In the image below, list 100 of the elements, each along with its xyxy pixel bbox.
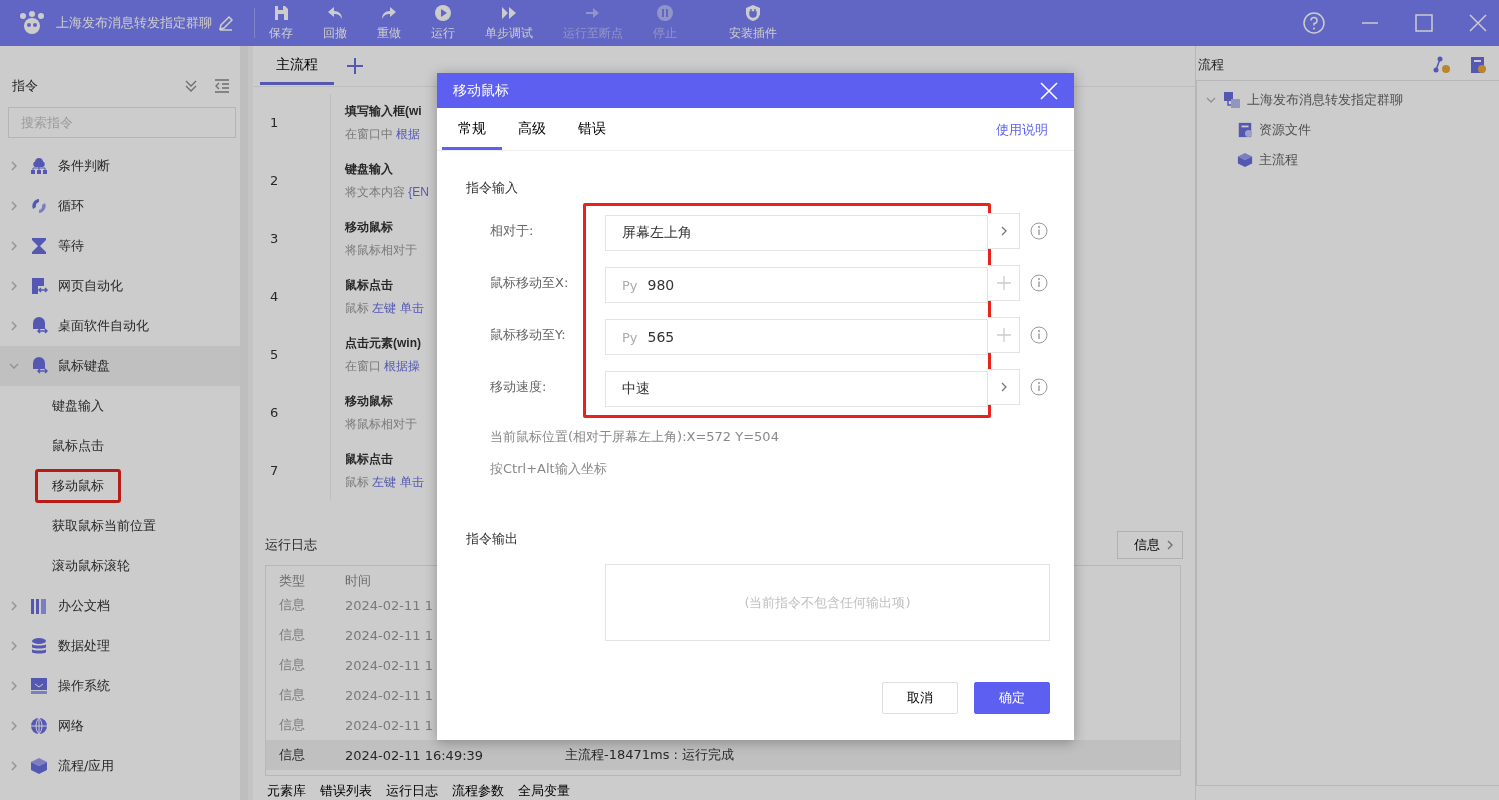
plus-icon [996, 276, 1011, 290]
tree-node[interactable]: 资源文件 [1197, 115, 1499, 145]
expand-button[interactable] [988, 213, 1020, 249]
line-number: 4 [270, 289, 279, 305]
tab[interactable]: 全局变量 [518, 782, 570, 800]
sidebar-category[interactable]: 条件判断 [0, 146, 240, 186]
maximize-icon[interactable] [1415, 14, 1433, 32]
step-title[interactable]: 鼠标点击 [345, 450, 424, 468]
web-page-icon [30, 277, 48, 295]
step-title[interactable]: 移动鼠标 [345, 218, 417, 236]
step-title[interactable]: 点击元素(win) [345, 334, 421, 352]
app-icon [30, 317, 48, 335]
loop-icon [30, 197, 48, 215]
number-field[interactable]: Py 980 [605, 267, 988, 303]
sidebar-item[interactable]: 获取鼠标当前位置 [35, 509, 173, 543]
category-label: 桌面软件自动化 [58, 317, 149, 335]
step-description: 鼠标 左键 单击 [345, 299, 424, 317]
tab[interactable]: 主流程 [260, 46, 334, 86]
step-description: 鼠标 左键 单击 [345, 473, 424, 491]
tree-label: 资源文件 [1259, 121, 1311, 139]
category-label: 等待 [58, 237, 84, 255]
tab[interactable]: 错误 [562, 120, 622, 150]
tree-label: 主流程 [1259, 151, 1298, 169]
play-icon [434, 4, 452, 22]
pencil-icon[interactable] [218, 15, 234, 31]
app-icon [30, 357, 48, 375]
table-cell-text: 信息 [279, 626, 306, 645]
tab[interactable]: 高级 [502, 120, 562, 150]
info-icon[interactable] [1030, 274, 1048, 292]
cube-icon [1237, 152, 1253, 168]
tree-node[interactable]: 主流程 [1197, 145, 1499, 175]
add-button[interactable] [988, 265, 1020, 301]
line-number: 7 [270, 463, 279, 479]
add-icon[interactable] [346, 56, 364, 75]
close-icon[interactable] [1469, 14, 1487, 32]
double-chevron-icon[interactable] [184, 79, 198, 93]
info-icon[interactable] [1030, 378, 1048, 396]
chevron-icon [999, 225, 1008, 237]
sidebar-category[interactable]: 循环 [0, 186, 240, 226]
sidebar-category[interactable]: 等待 [0, 226, 240, 266]
sidebar-item[interactable]: 鼠标点击 [35, 429, 121, 463]
sidebar-category[interactable]: 办公文档 [0, 586, 240, 626]
sidebar-category[interactable]: 数据处理 [0, 626, 240, 666]
sidebar-category[interactable]: 鼠标键盘 [0, 346, 240, 386]
tab[interactable]: 流程参数 [452, 782, 504, 800]
logo-icon [18, 10, 46, 36]
chevron-icon [1166, 539, 1174, 552]
line-number: 3 [270, 231, 279, 247]
sidebar-category[interactable]: 操作系统 [0, 666, 240, 706]
log-row[interactable]: 信息 2024-02-11 16:49:39 主流程-18471ms : 运行完成 [266, 740, 1180, 771]
sidebar-category[interactable]: 网页自动化 [0, 266, 240, 306]
step-title[interactable]: 填写输入框(wi [345, 102, 422, 120]
file-icon[interactable] [1469, 56, 1487, 74]
table-cell-text: 信息 [279, 596, 306, 615]
sidebar-item[interactable]: 移动鼠标 [35, 469, 121, 503]
collapse-icon[interactable] [214, 79, 230, 93]
cancel-button[interactable]: 取消 [882, 682, 958, 714]
table-cell-text: 信息 [279, 716, 306, 735]
table-cell-text: 2024-02-11 1 [345, 627, 434, 643]
table-cell-text: 信息 [279, 656, 306, 675]
step-title[interactable]: 移动鼠标 [345, 392, 417, 410]
step-title[interactable]: 鼠标点击 [345, 276, 424, 294]
hint-text: 按Ctrl+Alt输入坐标 [490, 460, 608, 478]
filter-dropdown[interactable]: 信息 [1117, 531, 1183, 560]
hint-text: 当前鼠标位置(相对于屏幕左上角):X=572 Y=504 [490, 428, 780, 446]
step-description: 将鼠标相对于 [345, 241, 417, 259]
app-title: 上海发布消息转发指定群聊 [56, 14, 212, 32]
tab[interactable]: 错误列表 [320, 782, 372, 800]
add-button[interactable] [988, 317, 1020, 353]
sidebar-item[interactable]: 滚动鼠标滚轮 [35, 549, 147, 583]
section-title: 运行日志 [265, 536, 317, 555]
resource-file-icon [1237, 122, 1253, 138]
tree-node[interactable]: 上海发布消息转发指定群聊 [1197, 85, 1499, 115]
sidebar-category[interactable]: 桌面软件自动化 [0, 306, 240, 346]
sidebar-category[interactable]: 流程/应用 [0, 746, 240, 786]
table-cell-text: 2024-02-11 1 [345, 657, 434, 673]
category-label: 办公文档 [58, 597, 110, 615]
help-link[interactable]: 使用说明 [996, 121, 1048, 150]
field-label: 鼠标移动至X: [490, 274, 569, 292]
step-title[interactable]: 键盘输入 [345, 160, 430, 178]
info-icon[interactable] [1030, 222, 1048, 240]
tab[interactable]: 常规 [442, 120, 502, 150]
line-number: 5 [270, 347, 279, 363]
sidebar-category[interactable]: 网络 [0, 706, 240, 746]
confirm-button[interactable]: 确定 [974, 682, 1050, 714]
line-number: 6 [270, 405, 279, 421]
sidebar-item[interactable]: 键盘输入 [35, 389, 121, 423]
close-button[interactable] [1040, 81, 1058, 100]
select-field[interactable]: 中速 [605, 371, 988, 407]
expand-button[interactable] [988, 369, 1020, 405]
tab[interactable]: 运行日志 [386, 782, 438, 800]
select-field[interactable]: 屏幕左上角 [605, 215, 988, 251]
info-icon[interactable] [1030, 326, 1048, 344]
double-chevron-icon [500, 4, 518, 22]
number-field[interactable]: Py 565 [605, 319, 988, 355]
nodes-icon[interactable] [1433, 56, 1451, 74]
panel-title: 指令 [12, 77, 39, 95]
dialog-title: 移动鼠标 [453, 81, 510, 100]
tab[interactable]: 元素库 [267, 782, 306, 800]
help-icon[interactable] [1303, 12, 1325, 34]
